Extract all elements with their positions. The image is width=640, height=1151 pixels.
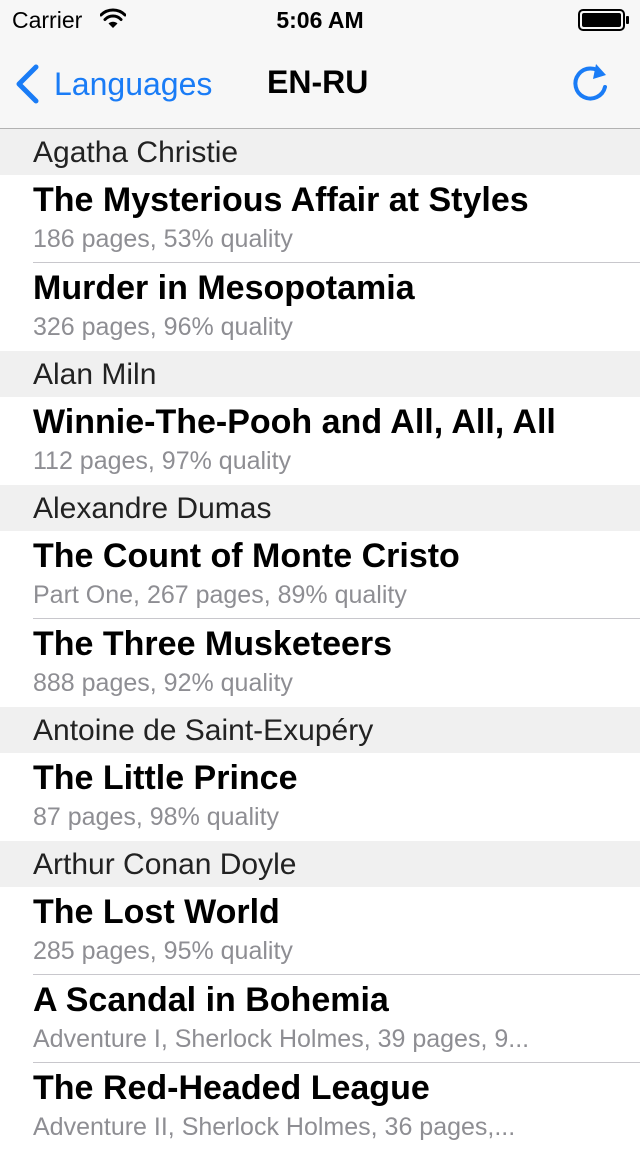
book-list: Agatha Christie The Mysterious Affair at … (0, 129, 640, 1151)
book-title: A Scandal in Bohemia (33, 981, 389, 1019)
book-title: The Mysterious Affair at Styles (33, 181, 529, 219)
page-title: EN-RU (267, 64, 369, 100)
book-title: The Lost World (33, 893, 280, 931)
section-header: Arthur Conan Doyle (0, 841, 640, 887)
book-row[interactable]: Winnie-The-Pooh and All, All, All 112 pag… (0, 397, 640, 485)
book-row[interactable]: The Mysterious Affair at Styles 186 pages… (0, 175, 640, 263)
book-subtitle: 285 pages, 95% quality (33, 937, 293, 965)
book-subtitle: 112 pages, 97% quality (33, 447, 292, 475)
book-row[interactable]: The Lost World 285 pages, 95% quality (0, 887, 640, 975)
battery-full-icon (578, 9, 629, 31)
section-header: Agatha Christie (0, 129, 640, 175)
back-button-label: Languages (54, 65, 213, 102)
book-subtitle: 888 pages, 92% quality (33, 669, 293, 697)
book-title: The Three Musketeers (33, 625, 393, 663)
status-time: 5:06 AM (276, 7, 364, 33)
book-subtitle: 87 pages, 98% quality (33, 803, 280, 831)
book-row[interactable]: The Count of Monte Cristo Part One, 267 p… (0, 531, 640, 619)
book-subtitle: Adventure II, Sherlock Holmes, 36 pages,… (33, 1113, 516, 1141)
book-row[interactable]: The Red-Headed League Adventure II, Sherl… (0, 1063, 640, 1151)
back-button[interactable]: Languages (14, 62, 212, 106)
refresh-icon[interactable] (566, 60, 614, 108)
book-row[interactable]: A Scandal in Bohemia Adventure I, Sherloc… (0, 975, 640, 1063)
book-subtitle: Part One, 267 pages, 89% quality (33, 581, 407, 609)
book-subtitle: 186 pages, 53% quality (33, 225, 293, 253)
chevron-left-icon (16, 64, 39, 104)
book-title: Winnie-The-Pooh and All, All, All (33, 403, 556, 441)
book-row[interactable]: The Three Musketeers 888 pages, 92% quali… (0, 619, 640, 707)
status-bar: Carrier 5:06 AM (0, 0, 640, 40)
book-title: The Red-Headed League (33, 1069, 430, 1107)
section-header: Alexandre Dumas (0, 485, 640, 531)
section-header: Alan Miln (0, 351, 640, 397)
book-subtitle: Adventure I, Sherlock Holmes, 39 pages, … (33, 1025, 530, 1053)
section-header: Antoine de Saint-Exupéry (0, 707, 640, 753)
book-subtitle: 326 pages, 96% quality (33, 313, 293, 341)
book-title: Murder in Mesopotamia (33, 269, 415, 307)
book-row[interactable]: The Little Prince 87 pages, 98% quality (0, 753, 640, 841)
book-title: The Little Prince (33, 759, 298, 797)
book-title: The Count of Monte Cristo (33, 537, 460, 575)
navigation-bar: Languages EN-RU (0, 40, 640, 129)
book-row[interactable]: Murder in Mesopotamia 326 pages, 96% qual… (0, 263, 640, 351)
